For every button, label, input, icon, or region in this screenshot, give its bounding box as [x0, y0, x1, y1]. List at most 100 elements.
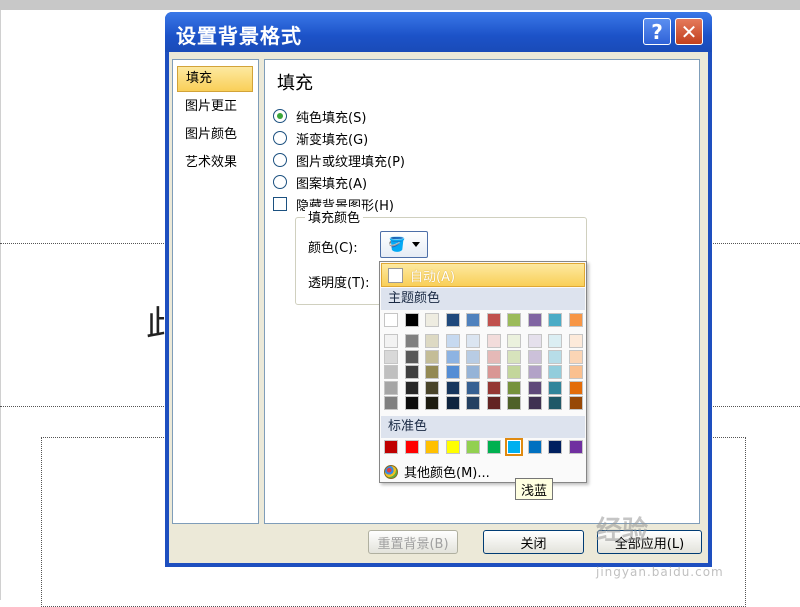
more-colors-item[interactable]: 其他颜色(M)... — [384, 462, 490, 481]
standard-color-swatch[interactable] — [445, 440, 460, 454]
theme-shade-swatch[interactable] — [568, 349, 583, 364]
theme-shade-swatch[interactable] — [507, 365, 521, 379]
close-window-button[interactable]: ✕ — [675, 18, 703, 45]
pattern-fill-option[interactable]: 图案填充(A) — [273, 173, 368, 192]
reset-background-button[interactable]: 重置背景(B) — [368, 530, 458, 554]
theme-color-swatch[interactable] — [445, 313, 460, 327]
nav-item-artistic-effects[interactable]: 艺术效果 — [177, 150, 253, 176]
solid-fill-radio[interactable] — [273, 109, 287, 123]
theme-shade-swatch[interactable] — [527, 365, 542, 379]
theme-shade-swatch[interactable] — [445, 396, 460, 410]
standard-color-swatch[interactable] — [486, 440, 501, 454]
theme-shade-swatch[interactable] — [384, 334, 398, 348]
theme-color-swatch[interactable] — [548, 313, 562, 327]
standard-color-swatch[interactable] — [404, 440, 419, 454]
help-icon: ? — [651, 19, 663, 44]
color-picker-button[interactable]: 🪣 — [380, 231, 428, 258]
standard-color-swatch[interactable] — [384, 440, 398, 454]
theme-shade-swatch[interactable] — [404, 380, 419, 395]
theme-shade-swatch[interactable] — [507, 380, 521, 395]
theme-shade-swatch[interactable] — [445, 349, 460, 364]
theme-color-swatch[interactable] — [384, 313, 398, 327]
theme-shade-swatch[interactable] — [507, 396, 521, 410]
theme-shade-swatch[interactable] — [466, 380, 480, 395]
theme-shade-swatch[interactable] — [466, 396, 480, 410]
picture-fill-radio[interactable] — [273, 153, 287, 167]
theme-shade-swatch[interactable] — [466, 365, 480, 379]
theme-shade-swatch[interactable] — [466, 334, 480, 348]
theme-shade-swatch[interactable] — [527, 349, 542, 364]
nav-item-picture-color[interactable]: 图片颜色 — [177, 122, 253, 148]
solid-fill-option[interactable]: 纯色填充(S) — [273, 107, 366, 126]
theme-shade-swatch[interactable] — [486, 349, 501, 364]
theme-color-swatch[interactable] — [404, 313, 419, 327]
theme-shade-swatch[interactable] — [486, 365, 501, 379]
theme-shade-swatch[interactable] — [404, 334, 419, 348]
theme-shade-swatch[interactable] — [486, 396, 501, 410]
theme-shade-swatch[interactable] — [548, 380, 562, 395]
theme-shade-swatch[interactable] — [568, 380, 583, 395]
standard-color-swatch[interactable] — [527, 440, 542, 454]
standard-color-swatch[interactable] — [505, 438, 523, 456]
more-colors-label: 其他颜色(M)... — [404, 466, 490, 481]
theme-color-swatch[interactable] — [425, 313, 439, 327]
watermark-text: 经验 — [596, 516, 649, 546]
theme-color-swatch[interactable] — [527, 313, 542, 327]
nav-item-picture-corrections[interactable]: 图片更正 — [177, 94, 253, 120]
standard-color-swatch[interactable] — [568, 440, 583, 454]
automatic-color-item[interactable]: 自动(A) — [381, 263, 585, 287]
automatic-label: 自动(A) — [410, 269, 456, 285]
theme-shade-swatch[interactable] — [384, 349, 398, 364]
theme-shade-swatch[interactable] — [527, 334, 542, 348]
standard-color-swatch[interactable] — [548, 440, 562, 454]
theme-shade-swatch[interactable] — [445, 334, 460, 348]
color-label: 颜色(C): — [308, 241, 358, 256]
theme-shade-swatch[interactable] — [548, 365, 562, 379]
theme-shade-swatch[interactable] — [486, 380, 501, 395]
hide-background-checkbox[interactable] — [273, 197, 287, 211]
theme-shade-swatch[interactable] — [568, 396, 583, 410]
theme-shade-swatch[interactable] — [425, 349, 439, 364]
chevron-down-icon — [411, 242, 420, 247]
theme-shade-swatch[interactable] — [404, 396, 419, 410]
standard-color-swatch[interactable] — [425, 440, 439, 454]
theme-shade-swatch[interactable] — [548, 349, 562, 364]
theme-shade-swatch[interactable] — [507, 349, 521, 364]
theme-shade-swatch[interactable] — [548, 334, 562, 348]
theme-color-swatch[interactable] — [507, 313, 521, 327]
help-button[interactable]: ? — [643, 18, 671, 45]
standard-color-swatch[interactable] — [466, 440, 480, 454]
theme-shade-swatch[interactable] — [527, 380, 542, 395]
theme-shade-swatch[interactable] — [404, 365, 419, 379]
theme-color-swatch[interactable] — [486, 313, 501, 327]
close-button[interactable]: 关闭 — [483, 530, 584, 554]
theme-shade-swatch[interactable] — [384, 380, 398, 395]
gradient-fill-option[interactable]: 渐变填充(G) — [273, 129, 368, 148]
theme-shade-swatch[interactable] — [548, 396, 562, 410]
gradient-fill-radio[interactable] — [273, 131, 287, 145]
theme-shade-swatch[interactable] — [445, 365, 460, 379]
theme-shade-swatch[interactable] — [466, 349, 480, 364]
theme-shade-swatch[interactable] — [507, 334, 521, 348]
picture-fill-option[interactable]: 图片或纹理填充(P) — [273, 151, 405, 170]
slide-edge — [0, 10, 1, 600]
theme-shade-swatch[interactable] — [425, 365, 439, 379]
theme-shade-swatch[interactable] — [425, 334, 439, 348]
theme-shade-swatch[interactable] — [384, 365, 398, 379]
pattern-fill-label: 图案填充(A) — [296, 176, 368, 192]
theme-shade-swatch[interactable] — [425, 396, 439, 410]
dialog-titlebar[interactable]: 设置背景格式 ? ✕ — [165, 12, 712, 52]
theme-shade-swatch[interactable] — [568, 365, 583, 379]
theme-shade-swatch[interactable] — [384, 396, 398, 410]
nav-item-fill[interactable]: 填充 — [177, 66, 253, 92]
theme-shade-swatch[interactable] — [425, 380, 439, 395]
theme-shade-swatch[interactable] — [445, 380, 460, 395]
pattern-fill-radio[interactable] — [273, 175, 287, 189]
category-list: 填充 图片更正 图片颜色 艺术效果 — [172, 59, 259, 524]
theme-shade-swatch[interactable] — [404, 349, 419, 364]
theme-shade-swatch[interactable] — [527, 396, 542, 410]
theme-color-swatch[interactable] — [466, 313, 480, 327]
theme-shade-swatch[interactable] — [486, 334, 501, 348]
theme-color-swatch[interactable] — [568, 313, 583, 327]
theme-shade-swatch[interactable] — [568, 334, 583, 348]
